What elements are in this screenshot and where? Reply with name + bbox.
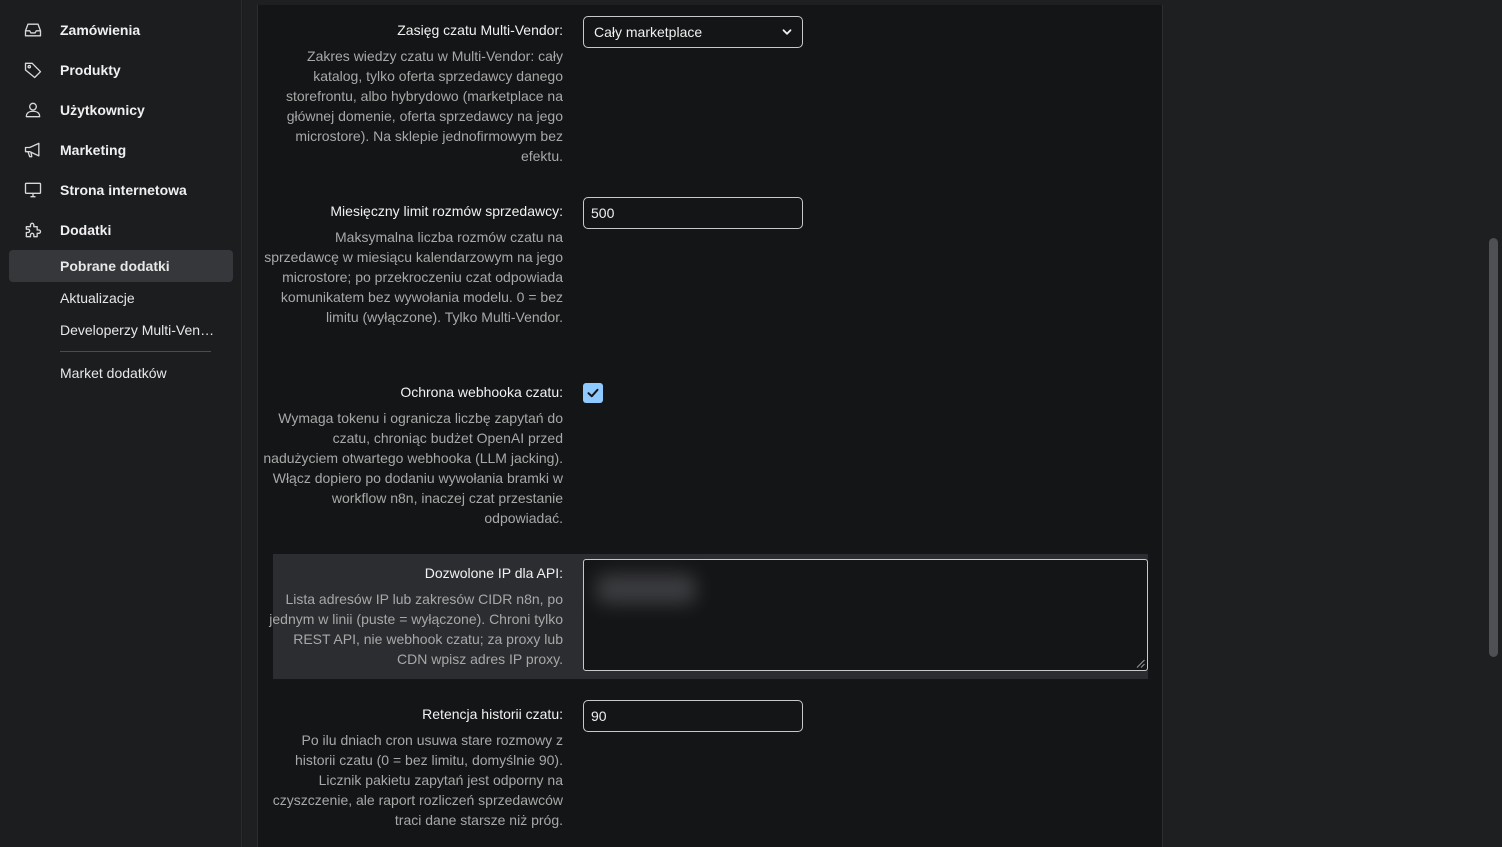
allowed-ips-textarea[interactable] — [583, 559, 1148, 671]
allowed-ips-label: Dozwolone IP dla API: — [424, 565, 563, 581]
app-window: Zamówienia Produkty Użytkownicy Marketin… — [0, 0, 1502, 847]
monthly-limit-description: Maksymalna liczba rozmów czatu na sprzed… — [264, 229, 563, 325]
sidebar-item-website[interactable]: Strona internetowa — [0, 170, 242, 210]
scope-select[interactable]: Cały marketplace — [583, 16, 803, 48]
scope-select-value: Cały marketplace — [594, 24, 703, 40]
retention-description: Po ilu dniach cron usuwa stare rozmowy z… — [272, 732, 563, 828]
sidebar-item-products[interactable]: Produkty — [0, 50, 242, 90]
sidebar-item-label: Strona internetowa — [60, 182, 187, 198]
retention-label: Retencja historii czatu: — [422, 706, 563, 722]
megaphone-icon — [22, 140, 44, 160]
sidebar-item-label: Dodatki — [60, 222, 112, 238]
redacted-ip-list — [596, 574, 696, 604]
allowed-ips-description: Lista adresów IP lub zakresów CIDR n8n, … — [269, 591, 563, 667]
sidebar-item-label: Marketing — [60, 142, 127, 158]
sidebar-subitem-label: Pobrane dodatki — [60, 258, 170, 274]
tag-icon — [22, 60, 44, 80]
sidebar-subitem-addons-market[interactable]: Market dodatków — [9, 357, 233, 389]
sidebar-item-label: Użytkownicy — [60, 102, 145, 118]
sidebar-item-users[interactable]: Użytkownicy — [0, 90, 242, 130]
sidebar-subitem-downloaded-addons[interactable]: Pobrane dodatki — [9, 250, 233, 282]
scrollbar-thumb[interactable] — [1489, 238, 1498, 657]
sidebar-item-marketing[interactable]: Marketing — [0, 130, 242, 170]
puzzle-icon — [22, 220, 44, 240]
sidebar-subitem-label: Aktualizacje — [60, 290, 135, 306]
sidebar-item-orders[interactable]: Zamówienia — [0, 10, 242, 50]
monitor-icon — [22, 180, 44, 200]
sidebar-item-label: Zamówienia — [60, 22, 141, 38]
inbox-icon — [22, 20, 44, 40]
sidebar-subitem-label: Market dodatków — [60, 365, 167, 381]
user-icon — [22, 100, 44, 120]
monthly-limit-input[interactable]: 500 — [583, 197, 803, 229]
check-icon — [587, 388, 599, 398]
retention-input[interactable]: 90 — [583, 700, 803, 732]
scope-description: Zakres wiedzy czatu w Multi-Vendor: cały… — [285, 48, 563, 164]
webhook-protection-checkbox[interactable] — [583, 383, 603, 403]
sidebar-subitem-multivendor-developers[interactable]: Developerzy Multi-Vendor... — [9, 314, 233, 346]
sidebar-divider — [60, 351, 211, 352]
resize-grip-icon[interactable] — [1136, 659, 1145, 668]
sidebar-subitem-updates[interactable]: Aktualizacje — [9, 282, 233, 314]
webhook-protection-description: Wymaga tokenu i ogranicza liczbę zapytań… — [263, 410, 563, 526]
sidebar-item-label: Produkty — [60, 62, 121, 78]
webhook-protection-label: Ochrona webhooka czatu: — [400, 384, 563, 400]
chevron-down-icon — [782, 29, 792, 35]
scope-label: Zasięg czatu Multi-Vendor: — [397, 22, 563, 38]
sidebar: Zamówienia Produkty Użytkownicy Marketin… — [0, 0, 242, 847]
monthly-limit-label: Miesięczny limit rozmów sprzedawcy: — [330, 203, 563, 219]
sidebar-subitem-label: Developerzy Multi-Vendor... — [60, 322, 220, 338]
sidebar-item-addons[interactable]: Dodatki — [0, 210, 242, 250]
